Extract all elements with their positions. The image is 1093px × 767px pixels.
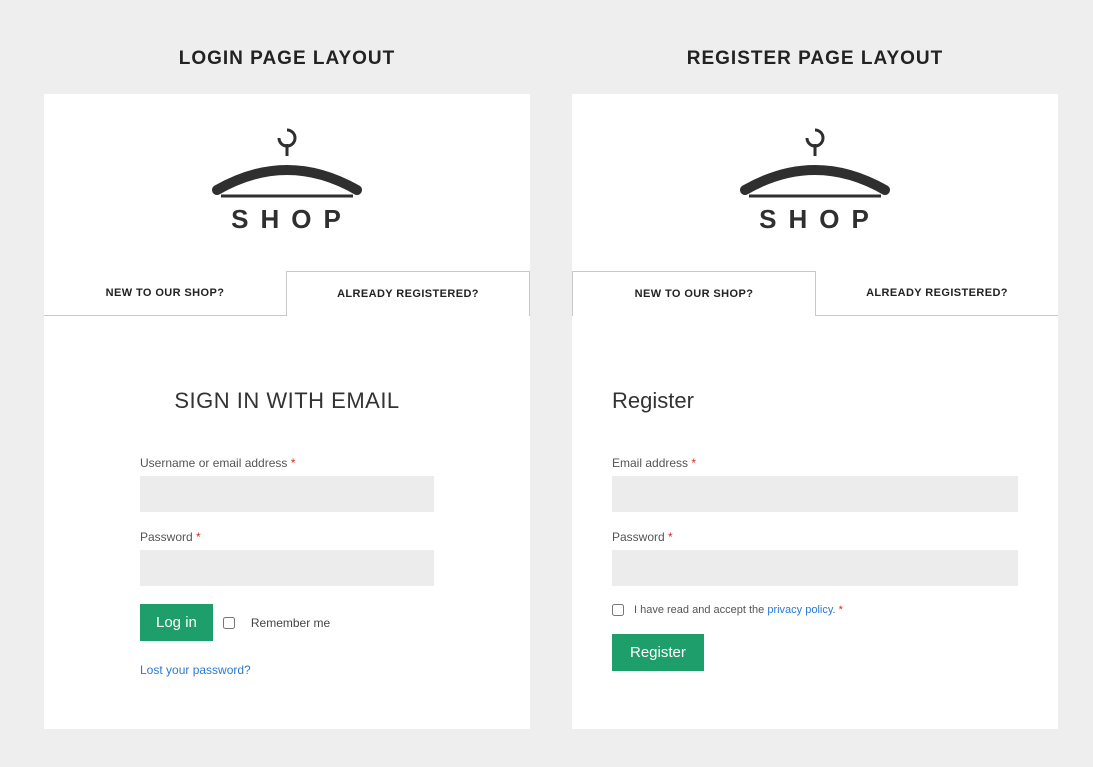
register-tabs: NEW TO OUR SHOP? ALREADY REGISTERED? (572, 271, 1058, 316)
register-card: SHOP NEW TO OUR SHOP? ALREADY REGISTERED… (572, 94, 1058, 729)
email-field-row: Email address * (612, 456, 1018, 512)
tab-new-to-shop[interactable]: NEW TO OUR SHOP? (572, 271, 816, 316)
shop-logo: SHOP (44, 94, 530, 261)
tab-already-registered[interactable]: ALREADY REGISTERED? (816, 271, 1058, 316)
register-form-area: Register Email address * Password * (572, 316, 1058, 701)
required-mark: * (668, 530, 673, 544)
login-actions: Log in Remember me (102, 604, 472, 641)
hanger-icon (735, 122, 895, 202)
signin-heading: SIGN IN WITH EMAIL (102, 388, 472, 414)
required-mark: * (839, 604, 843, 616)
required-mark: * (691, 456, 696, 470)
reg-password-label: Password * (612, 530, 1018, 544)
consent-checkbox[interactable] (612, 604, 624, 616)
tab-already-registered[interactable]: ALREADY REGISTERED? (286, 271, 530, 316)
username-label: Username or email address * (140, 456, 434, 470)
login-column: LOGIN PAGE LAYOUT SHOP NEW TO OUR SHOP? … (44, 0, 530, 729)
lost-password-link[interactable]: Lost your password? (102, 663, 472, 677)
username-field-row: Username or email address * (140, 456, 434, 512)
login-page-title: LOGIN PAGE LAYOUT (179, 48, 396, 70)
email-label: Email address * (612, 456, 1018, 470)
consent-text: I have read and accept the privacy polic… (634, 604, 843, 616)
remember-checkbox[interactable] (223, 617, 235, 629)
required-mark: * (196, 530, 201, 544)
reg-password-label-text: Password (612, 530, 668, 544)
register-column: REGISTER PAGE LAYOUT SHOP NEW TO OUR SHO… (572, 0, 1058, 729)
hanger-icon (207, 122, 367, 202)
consent-row: I have read and accept the privacy polic… (612, 604, 1018, 616)
logo-text: SHOP (759, 204, 881, 235)
register-button[interactable]: Register (612, 634, 704, 671)
login-form-area: SIGN IN WITH EMAIL Username or email add… (44, 316, 530, 707)
reg-password-input[interactable] (612, 550, 1018, 586)
username-label-text: Username or email address (140, 456, 291, 470)
reg-password-field-row: Password * (612, 530, 1018, 586)
logo-text: SHOP (231, 204, 353, 235)
password-label-text: Password (140, 530, 196, 544)
login-card: SHOP NEW TO OUR SHOP? ALREADY REGISTERED… (44, 94, 530, 729)
password-input[interactable] (140, 550, 434, 586)
shop-logo: SHOP (572, 94, 1058, 261)
username-input[interactable] (140, 476, 434, 512)
required-mark: * (291, 456, 296, 470)
login-button[interactable]: Log in (140, 604, 213, 641)
email-label-text: Email address (612, 456, 691, 470)
register-heading: Register (612, 388, 1018, 414)
login-tabs: NEW TO OUR SHOP? ALREADY REGISTERED? (44, 271, 530, 316)
register-page-title: REGISTER PAGE LAYOUT (687, 48, 943, 70)
consent-prefix: I have read and accept the (634, 604, 767, 616)
layout-wrap: LOGIN PAGE LAYOUT SHOP NEW TO OUR SHOP? … (0, 0, 1093, 729)
email-input[interactable] (612, 476, 1018, 512)
password-label: Password * (140, 530, 434, 544)
tab-new-to-shop[interactable]: NEW TO OUR SHOP? (44, 271, 286, 316)
privacy-policy-link[interactable]: privacy policy (767, 604, 832, 616)
remember-label: Remember me (251, 616, 330, 630)
password-field-row: Password * (140, 530, 434, 586)
